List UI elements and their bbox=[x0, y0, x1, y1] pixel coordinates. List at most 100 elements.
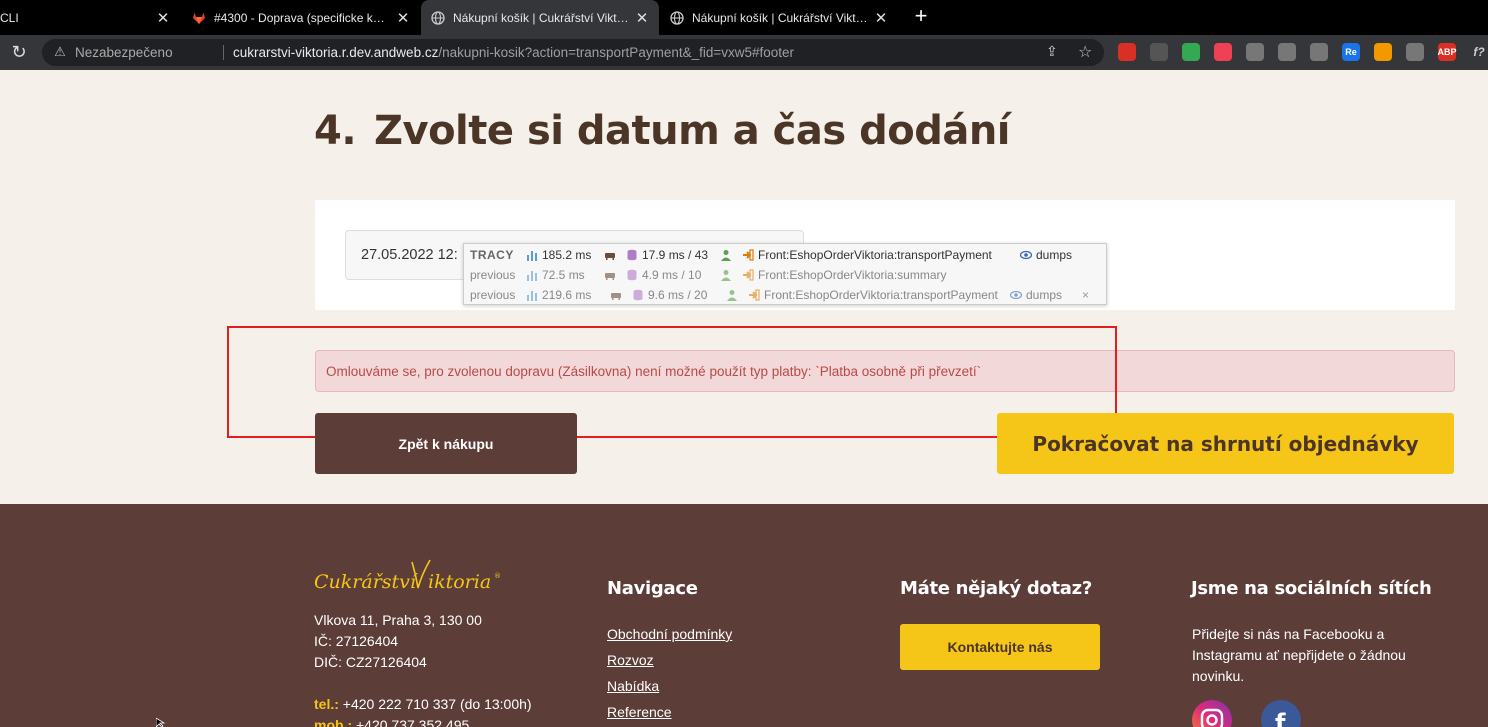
user-icon[interactable] bbox=[720, 249, 742, 261]
presenter-icon bbox=[743, 249, 754, 261]
sofa-icon[interactable] bbox=[604, 269, 626, 281]
document-icon[interactable] bbox=[1246, 43, 1264, 61]
footer-mob-label: mob.: bbox=[314, 717, 353, 727]
gift-icon[interactable] bbox=[1118, 43, 1136, 61]
tracy-previous-label: previous bbox=[470, 268, 516, 282]
footer-link-offer[interactable]: Nabídka bbox=[607, 678, 659, 694]
browser-toolbar: ↻ ⚠ Nezabezpečeno cukrarstvi-viktoria.r.… bbox=[0, 35, 1488, 70]
step-heading: 4. Zvolte si datum a čas dodání bbox=[314, 108, 1011, 154]
database-icon bbox=[627, 249, 637, 261]
mouse-cursor-icon bbox=[156, 718, 166, 727]
tracy-presenter[interactable]: Front:EshopOrderViktoria:transportPaymen… bbox=[742, 248, 1020, 262]
tab-title: CLI bbox=[0, 10, 19, 25]
footer-nav-heading: Navigace bbox=[607, 578, 698, 599]
grid-icon[interactable] bbox=[1406, 43, 1424, 61]
address-bar[interactable]: ⚠ Nezabezpečeno cukrarstvi-viktoria.r.de… bbox=[42, 39, 1104, 66]
footer-company-info: Vlkova 11, Praha 3, 130 00 IČ: 27126404 … bbox=[314, 610, 532, 727]
url-text[interactable]: cukrarstvi-viktoria.r.dev.andweb.cz/naku… bbox=[233, 45, 794, 60]
svg-text:iktoria: iktoria bbox=[428, 571, 491, 593]
tracy-logo[interactable]: TRACY bbox=[470, 248, 526, 262]
share-icon[interactable]: ⇪ bbox=[1046, 43, 1058, 60]
svg-text:®: ® bbox=[494, 572, 501, 580]
reload-icon[interactable]: ↻ bbox=[8, 41, 30, 63]
recycle-icon[interactable] bbox=[1150, 43, 1168, 61]
bar-chart-icon bbox=[527, 251, 537, 261]
database-icon bbox=[633, 289, 643, 301]
cursor-icon[interactable] bbox=[1278, 43, 1296, 61]
warning-icon[interactable]: ⚠ bbox=[52, 44, 68, 60]
tracy-database[interactable]: 9.6 ms / 20 bbox=[632, 288, 726, 302]
re-icon[interactable]: Re bbox=[1342, 43, 1360, 61]
tab-cart[interactable]: Nákupní košík | Cukrářství Viktoria ✕ bbox=[660, 0, 898, 35]
footer-tel-label: tel.: bbox=[314, 696, 339, 712]
function-icon[interactable]: f? bbox=[1470, 43, 1488, 61]
tracy-row-previous-2: previous 219.6 ms 9.6 ms / 20 Front:Esho… bbox=[470, 285, 1089, 305]
site-footer: Cukrářství iktoria ® Vlkova 11, Praha 3,… bbox=[0, 504, 1488, 727]
tracy-row-current: TRACY 185.2 ms 17.9 ms / 43 Front:EshopO… bbox=[470, 245, 1072, 265]
database-icon bbox=[627, 269, 637, 281]
user-icon[interactable] bbox=[726, 289, 748, 301]
tab-cart-active[interactable]: Nákupní košík | Cukrářství Viktoria ✕ bbox=[421, 0, 659, 35]
url-path: /nakupni-kosik?action=transportPayment&_… bbox=[438, 45, 795, 60]
browser-tab-bar: CLI ✕ #4300 - Doprava (specificke kombin… bbox=[0, 0, 1488, 35]
tab-gitlab-issue[interactable]: #4300 - Doprava (specificke kombinace) ✕ bbox=[182, 0, 420, 35]
tracy-time[interactable]: 219.6 ms bbox=[526, 288, 610, 302]
diamond-icon[interactable] bbox=[1182, 43, 1200, 61]
footer-tel[interactable]: +420 222 710 337 (do 13:00h) bbox=[343, 696, 532, 712]
tab-title: Nákupní košík | Cukrářství Viktoria bbox=[453, 10, 629, 25]
footer-ic: IČ: 27126404 bbox=[314, 633, 399, 649]
tab-title: Nákupní košík | Cukrářství Viktoria bbox=[692, 10, 868, 25]
sofa-icon[interactable] bbox=[610, 289, 632, 301]
globe-icon bbox=[670, 10, 684, 25]
tracy-debug-bar[interactable]: TRACY 185.2 ms 17.9 ms / 43 Front:EshopO… bbox=[463, 243, 1107, 305]
tracy-dumps[interactable]: dumps bbox=[1010, 288, 1082, 302]
presenter-icon bbox=[743, 269, 754, 281]
bookmark-star-icon[interactable]: ☆ bbox=[1078, 42, 1092, 62]
tracy-database[interactable]: 4.9 ms / 10 bbox=[626, 268, 720, 282]
gear-icon[interactable] bbox=[1310, 43, 1328, 61]
step-title: Zvolte si datum a čas dodání bbox=[374, 108, 1011, 154]
security-label[interactable]: Nezabezpečeno bbox=[75, 45, 173, 60]
globe-icon bbox=[431, 10, 445, 25]
tracy-database[interactable]: 17.9 ms / 43 bbox=[626, 248, 720, 262]
back-to-shop-button[interactable]: Zpět k nákupu bbox=[315, 413, 577, 474]
continue-to-summary-button[interactable]: Pokračovat na shrnutí objednávky bbox=[997, 413, 1454, 474]
tracy-presenter[interactable]: Front:EshopOrderViktoria:transportPaymen… bbox=[748, 288, 1010, 302]
close-icon[interactable]: ✕ bbox=[396, 9, 410, 27]
facebook-icon[interactable]: f bbox=[1261, 700, 1301, 727]
tracy-previous-label: previous bbox=[470, 288, 516, 302]
tracy-time[interactable]: 185.2 ms bbox=[526, 248, 604, 262]
footer-link-references[interactable]: Reference bbox=[607, 704, 672, 720]
new-tab-button[interactable]: + bbox=[910, 5, 932, 29]
tracy-dumps[interactable]: dumps bbox=[1020, 248, 1072, 262]
abp-icon[interactable]: ABP bbox=[1438, 43, 1457, 61]
eye-icon bbox=[1020, 250, 1032, 260]
close-icon[interactable]: ✕ bbox=[156, 9, 170, 27]
svg-text:Cukrářství: Cukrářství bbox=[314, 571, 419, 593]
sofa-icon[interactable] bbox=[604, 249, 626, 261]
instagram-icon[interactable] bbox=[1192, 700, 1232, 727]
tab-title: #4300 - Doprava (specificke kombinace) bbox=[214, 10, 390, 25]
tab-cli[interactable]: CLI ✕ bbox=[0, 0, 180, 35]
url-host: cukrarstvi-viktoria.r.dev.andweb.cz bbox=[233, 45, 439, 60]
pocket-icon[interactable] bbox=[1214, 43, 1232, 61]
footer-link-delivery[interactable]: Rozvoz bbox=[607, 652, 654, 668]
cukrarstvi-viktoria-logo[interactable]: Cukrářství iktoria ® bbox=[314, 554, 502, 604]
footer-dic: DIČ: CZ27126404 bbox=[314, 654, 427, 670]
footer-link-terms[interactable]: Obchodní podmínky bbox=[607, 626, 732, 642]
close-icon[interactable]: ✕ bbox=[874, 9, 888, 27]
tracy-presenter[interactable]: Front:EshopOrderViktoria:summary bbox=[742, 268, 947, 282]
svg-text:f: f bbox=[1275, 709, 1286, 727]
divider bbox=[223, 45, 224, 60]
footer-mob[interactable]: +420 737 352 495 bbox=[356, 717, 469, 727]
broadcast-icon[interactable] bbox=[1374, 43, 1392, 61]
bar-chart-icon bbox=[527, 291, 537, 301]
contact-us-button[interactable]: Kontaktujte nás bbox=[900, 624, 1100, 670]
tracy-time[interactable]: 72.5 ms bbox=[526, 268, 604, 282]
presenter-icon bbox=[749, 289, 760, 301]
user-icon[interactable] bbox=[720, 269, 742, 281]
gitlab-icon bbox=[192, 11, 206, 25]
tracy-close-icon[interactable]: × bbox=[1082, 288, 1089, 302]
close-icon[interactable]: ✕ bbox=[635, 9, 649, 27]
tracy-row-previous-1: previous 72.5 ms 4.9 ms / 10 Front:Eshop… bbox=[470, 265, 947, 285]
